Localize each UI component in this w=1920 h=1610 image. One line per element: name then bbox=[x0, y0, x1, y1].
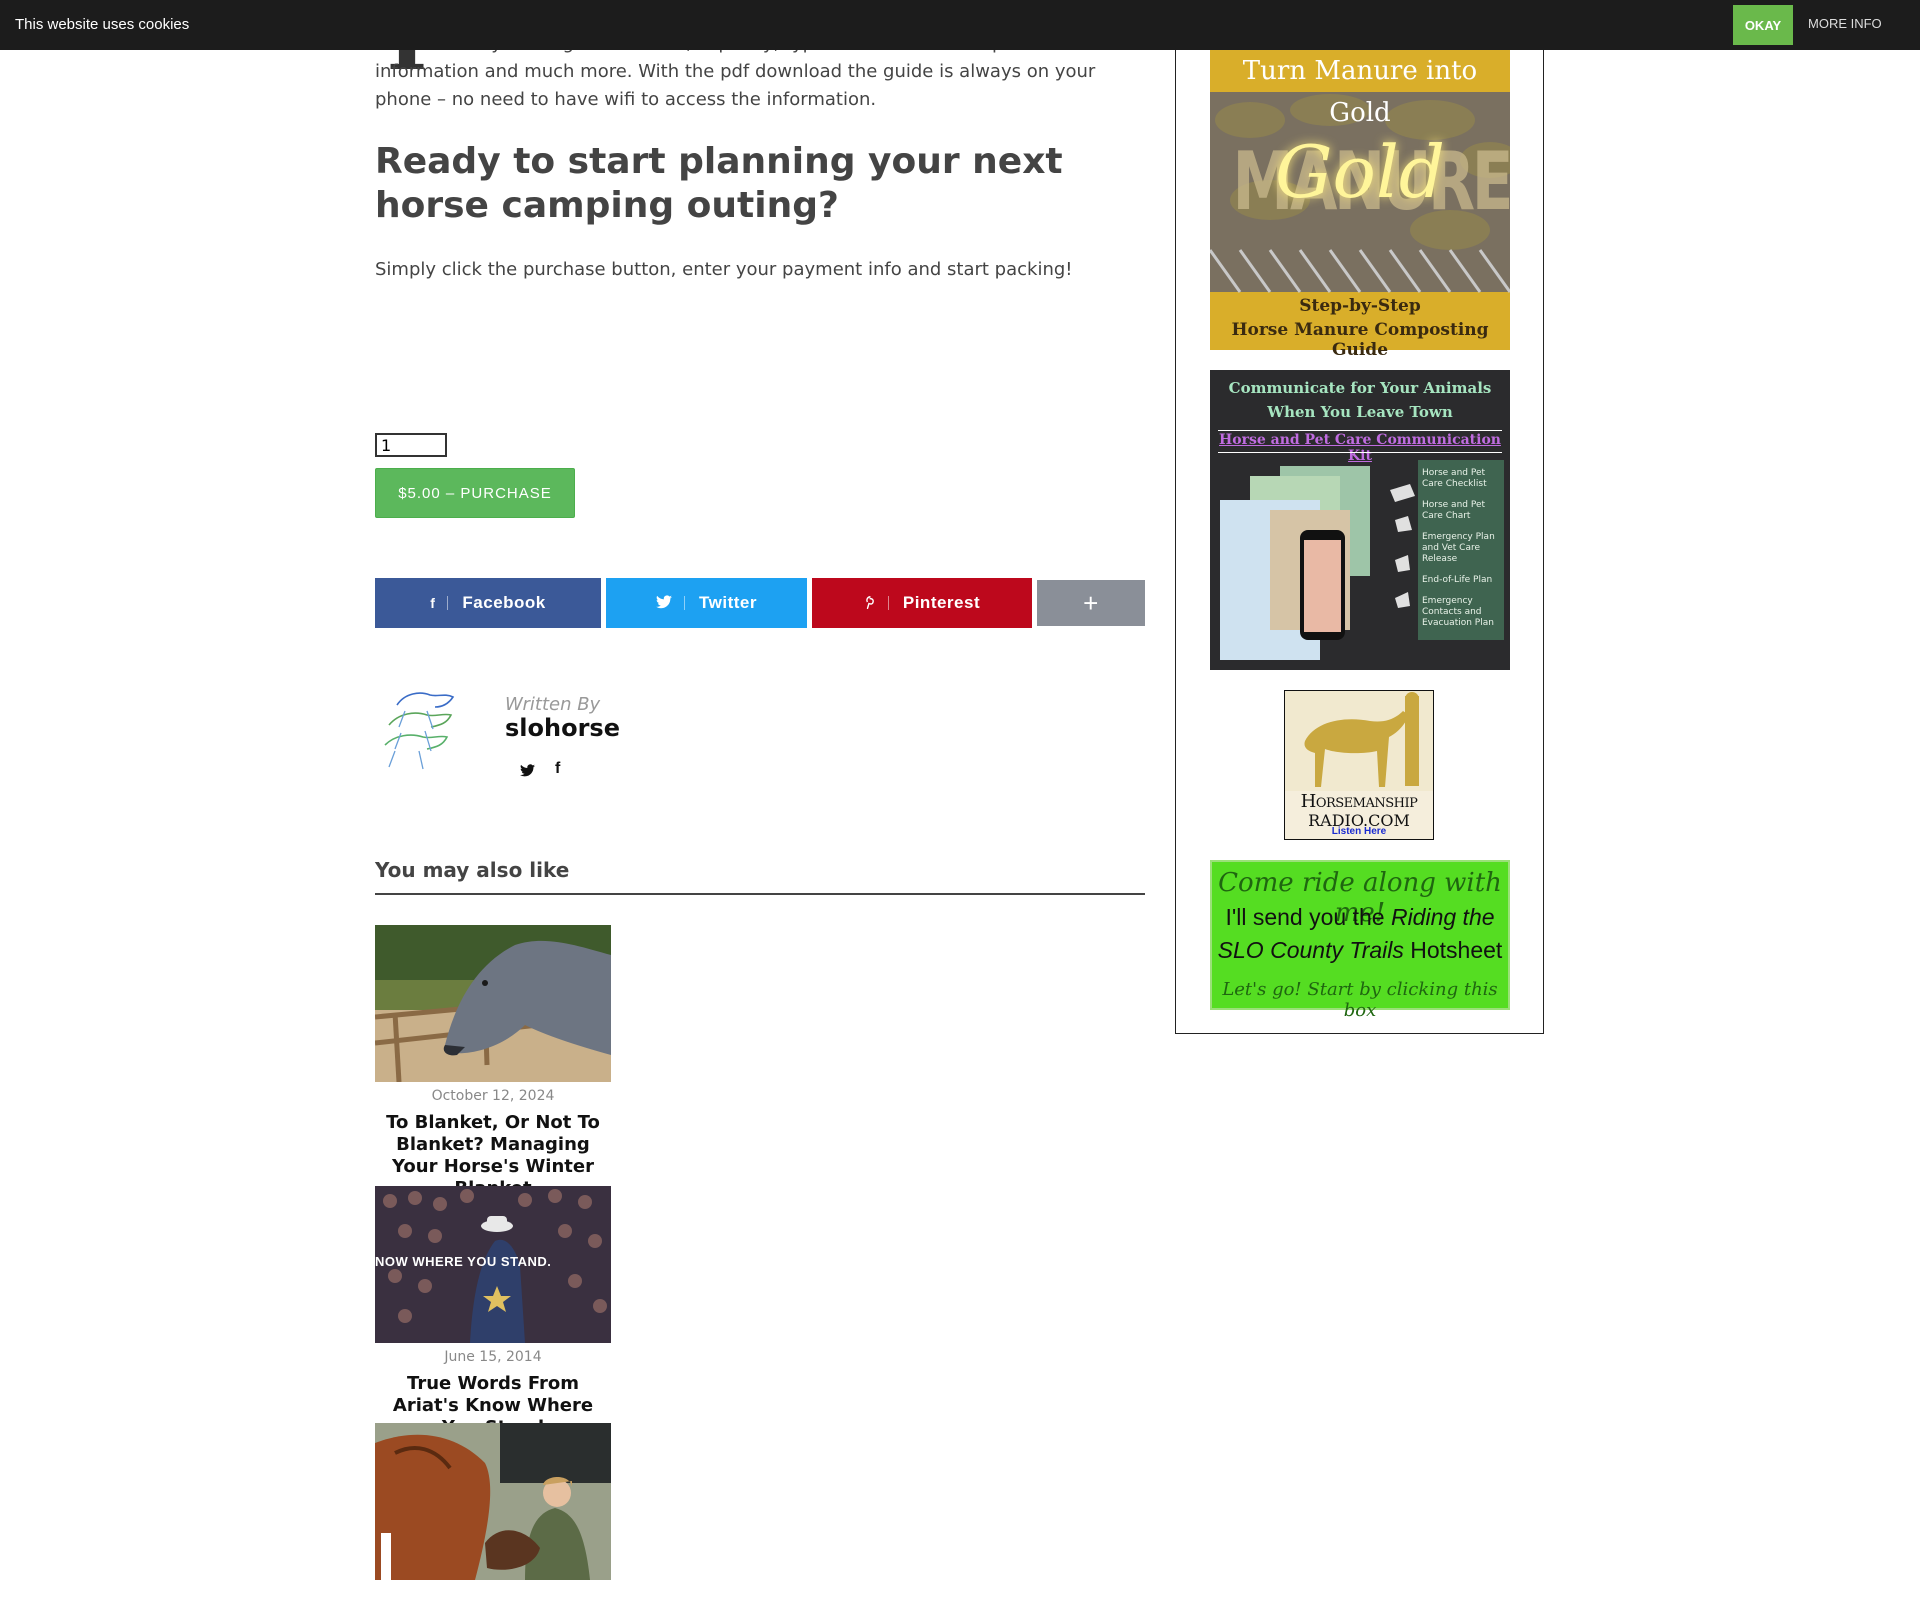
related-post-image[interactable] bbox=[375, 925, 611, 1082]
communication-ad-items: Horse and Pet Care Checklist Horse and P… bbox=[1422, 468, 1502, 629]
manure-ad-title: Turn Manure into Gold bbox=[1242, 56, 1478, 128]
manure-guide-ad[interactable]: Turn Manure into Gold MANURE Gold Step-b… bbox=[1210, 50, 1514, 360]
ride-ad-line2: I'll send you the Riding the bbox=[1212, 904, 1508, 931]
ride-along-signup-ad[interactable]: Come ride along with me! I'll send you t… bbox=[1210, 860, 1510, 1021]
related-post-date: June 15, 2014 bbox=[444, 1349, 542, 1365]
related-post-image[interactable]: NOW WHERE YOU STAND. bbox=[375, 1186, 611, 1343]
ride-ad-line4: Let's go! Start by clicking this box bbox=[1222, 979, 1498, 1021]
purchase-instructions: Simply click the purchase button, enter … bbox=[375, 259, 1073, 280]
written-by-label: Written By bbox=[505, 694, 601, 715]
kit-item: Horse and Pet Care Checklist bbox=[1422, 468, 1487, 489]
kit-item: Horse and Pet Care Chart bbox=[1422, 500, 1486, 521]
cookie-more-info-link[interactable]: MORE INFO bbox=[1808, 16, 1882, 31]
kit-item: Emergency Contacts and Evacuation Plan bbox=[1422, 596, 1494, 628]
communication-ad-line1: Communicate for Your Animals bbox=[1228, 379, 1492, 397]
manure-ad-neon: Gold bbox=[1275, 130, 1445, 214]
divider bbox=[1218, 452, 1502, 453]
ride-ad-line2-italic: Riding the bbox=[1390, 904, 1495, 930]
author-twitter-icon[interactable] bbox=[520, 762, 535, 781]
facebook-icon: f bbox=[430, 595, 436, 611]
purchase-button[interactable]: $5.00 – PURCHASE bbox=[375, 468, 575, 518]
cookie-text: This website uses cookies bbox=[15, 16, 190, 33]
radio-ad-name1: Horsemanship bbox=[1300, 791, 1418, 812]
separator bbox=[684, 596, 686, 610]
author-facebook-icon[interactable]: f bbox=[555, 760, 560, 778]
related-heading: You may also like bbox=[375, 858, 570, 882]
ride-ad-line3-italic: SLO County Trails bbox=[1217, 937, 1404, 963]
quantity-input[interactable] bbox=[375, 433, 447, 457]
manure-ad-guide: Horse Manure Composting Guide bbox=[1231, 320, 1489, 360]
ride-ad-line3: SLO County Trails Hotsheet bbox=[1212, 937, 1508, 964]
ride-ad-line2-text: I'll send you the bbox=[1225, 904, 1391, 930]
cookie-bar: This website uses cookies OKAY MORE INFO bbox=[0, 0, 1920, 50]
author-name[interactable]: slohorse bbox=[505, 714, 620, 742]
section-heading: Ready to start planning your next horse … bbox=[375, 141, 1063, 226]
related-post-image-text: NOW WHERE YOU STAND. bbox=[375, 1254, 552, 1269]
share-pinterest-button[interactable]: Pinterest bbox=[812, 578, 1032, 628]
communication-ad-line2: When You Leave Town bbox=[1267, 403, 1453, 421]
share-twitter-button[interactable]: Twitter bbox=[606, 578, 807, 628]
kit-item: End-of-Life Plan bbox=[1422, 575, 1493, 585]
author-avatar bbox=[375, 685, 475, 770]
cookie-okay-button[interactable]: OKAY bbox=[1733, 5, 1793, 45]
communication-kit-ad[interactable]: Communicate for Your Animals When You Le… bbox=[1210, 370, 1510, 670]
share-facebook-label: Facebook bbox=[462, 593, 546, 612]
divider bbox=[375, 893, 1145, 895]
divider bbox=[1218, 430, 1502, 431]
pinterest-icon bbox=[864, 595, 876, 612]
manure-ad-subtitle: Step-by-Step bbox=[1299, 296, 1421, 316]
related-post-date: October 12, 2024 bbox=[431, 1088, 555, 1104]
separator bbox=[447, 596, 449, 610]
related-post-image[interactable] bbox=[375, 1423, 611, 1580]
twitter-icon bbox=[656, 594, 673, 612]
share-pinterest-label: Pinterest bbox=[902, 593, 981, 612]
kit-item: Emergency Plan and Vet Care Release bbox=[1422, 532, 1495, 564]
share-facebook-button[interactable]: f Facebook bbox=[375, 578, 601, 628]
separator bbox=[887, 596, 889, 610]
share-more-button[interactable]: + bbox=[1037, 580, 1145, 626]
radio-ad-listen: Listen Here bbox=[1331, 826, 1387, 837]
horsemanship-radio-ad[interactable]: Horsemanship Radio.com Listen Here bbox=[1284, 690, 1434, 840]
ride-ad-line3-text: Hotsheet bbox=[1403, 937, 1503, 963]
share-twitter-label: Twitter bbox=[699, 593, 757, 612]
